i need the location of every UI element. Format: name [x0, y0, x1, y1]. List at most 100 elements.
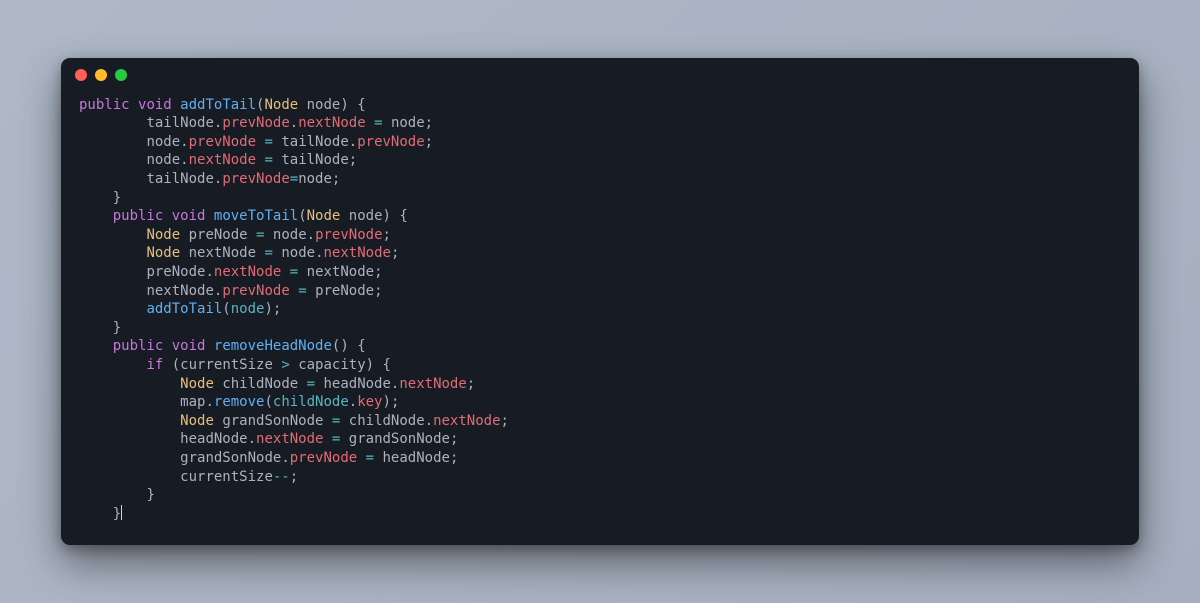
token-var: grandSonNode	[180, 450, 281, 466]
token-fld: prevNode	[290, 450, 357, 466]
token-fld: nextNode	[399, 376, 466, 392]
token-op: --	[273, 469, 290, 485]
token-op: =	[332, 431, 340, 447]
token-kw: public	[113, 208, 164, 224]
token-fn: addToTail	[146, 301, 222, 317]
token-var: headNode	[180, 431, 247, 447]
token-kw: public	[113, 338, 164, 354]
token-fld: prevNode	[315, 227, 382, 243]
token-kw: public	[79, 97, 130, 113]
token-var: childNode	[349, 413, 425, 429]
token-kw: void	[172, 208, 206, 224]
token-var: map	[180, 394, 205, 410]
token-p: ;	[349, 152, 357, 168]
token-op: =	[298, 283, 306, 299]
token-var: preNode	[146, 264, 205, 280]
token-p: ;	[290, 469, 298, 485]
token-fld: prevNode	[189, 134, 256, 150]
token-var: tailNode	[146, 171, 213, 187]
token-typ: Node	[264, 97, 298, 113]
token-typ: Node	[146, 245, 180, 261]
token-p: ;	[501, 413, 509, 429]
token-typ: Node	[146, 227, 180, 243]
token-op: =	[366, 450, 374, 466]
token-p: ;	[273, 301, 281, 317]
token-op: =	[256, 227, 264, 243]
token-p: ;	[374, 264, 382, 280]
token-p: .	[425, 413, 433, 429]
token-var: grandSonNode	[349, 431, 450, 447]
token-p: ;	[425, 134, 433, 150]
token-var: currentSize	[180, 469, 273, 485]
token-var: tailNode	[281, 134, 348, 150]
token-var: childNode	[222, 376, 298, 392]
token-p: ;	[332, 171, 340, 187]
token-p: (	[222, 301, 230, 317]
token-p: .	[349, 134, 357, 150]
token-kw: if	[146, 357, 163, 373]
token-p: ;	[425, 115, 433, 131]
token-op: =	[332, 413, 340, 429]
token-var: capacity	[298, 357, 365, 373]
zoom-dot[interactable]	[115, 69, 127, 81]
token-var: currentSize	[180, 357, 273, 373]
token-var: preNode	[315, 283, 374, 299]
token-var: tailNode	[281, 152, 348, 168]
token-op: =	[374, 115, 382, 131]
token-p: {	[357, 97, 365, 113]
token-p: .	[315, 245, 323, 261]
token-p: .	[248, 431, 256, 447]
token-var: node	[391, 115, 425, 131]
token-p: .	[307, 227, 315, 243]
token-p: )	[340, 97, 348, 113]
token-var: node	[349, 208, 383, 224]
token-fld: prevNode	[357, 134, 424, 150]
token-var: tailNode	[146, 115, 213, 131]
token-p: }	[146, 487, 154, 503]
titlebar	[61, 58, 1139, 92]
token-op: =	[264, 134, 272, 150]
token-fn: remove	[214, 394, 265, 410]
token-kw: void	[172, 338, 206, 354]
token-p: .	[290, 115, 298, 131]
token-p: ;	[391, 394, 399, 410]
token-op: =	[307, 376, 315, 392]
token-p: {	[383, 357, 391, 373]
token-prm: childNode	[273, 394, 349, 410]
token-fld: nextNode	[214, 264, 281, 280]
token-p: )	[383, 208, 391, 224]
token-typ: Node	[180, 413, 214, 429]
token-var: headNode	[323, 376, 390, 392]
token-p: .	[180, 152, 188, 168]
minimize-dot[interactable]	[95, 69, 107, 81]
token-p: (	[298, 208, 306, 224]
token-p: {	[399, 208, 407, 224]
token-op: =	[264, 245, 272, 261]
token-var: preNode	[189, 227, 248, 243]
token-op: >	[281, 357, 289, 373]
token-p: ;	[467, 376, 475, 392]
token-p: }	[113, 320, 121, 336]
token-p: }	[113, 506, 121, 522]
token-typ: Node	[307, 208, 341, 224]
token-var: node	[273, 227, 307, 243]
token-p: }	[113, 190, 121, 206]
token-var: node	[146, 152, 180, 168]
close-dot[interactable]	[75, 69, 87, 81]
token-p: .	[349, 394, 357, 410]
token-prm: node	[231, 301, 265, 317]
token-op: =	[290, 171, 298, 187]
token-var: node	[281, 245, 315, 261]
token-kw: void	[138, 97, 172, 113]
token-fn: removeHeadNode	[214, 338, 332, 354]
token-p: ;	[450, 450, 458, 466]
code-window: public void addToTail(Node node) { tailN…	[61, 58, 1139, 546]
token-var: nextNode	[189, 245, 256, 261]
text-cursor	[121, 505, 122, 520]
token-fld: nextNode	[298, 115, 365, 131]
token-p: ;	[391, 245, 399, 261]
token-p: ;	[374, 283, 382, 299]
token-typ: Node	[180, 376, 214, 392]
token-p: )	[366, 357, 374, 373]
token-p: ;	[383, 227, 391, 243]
